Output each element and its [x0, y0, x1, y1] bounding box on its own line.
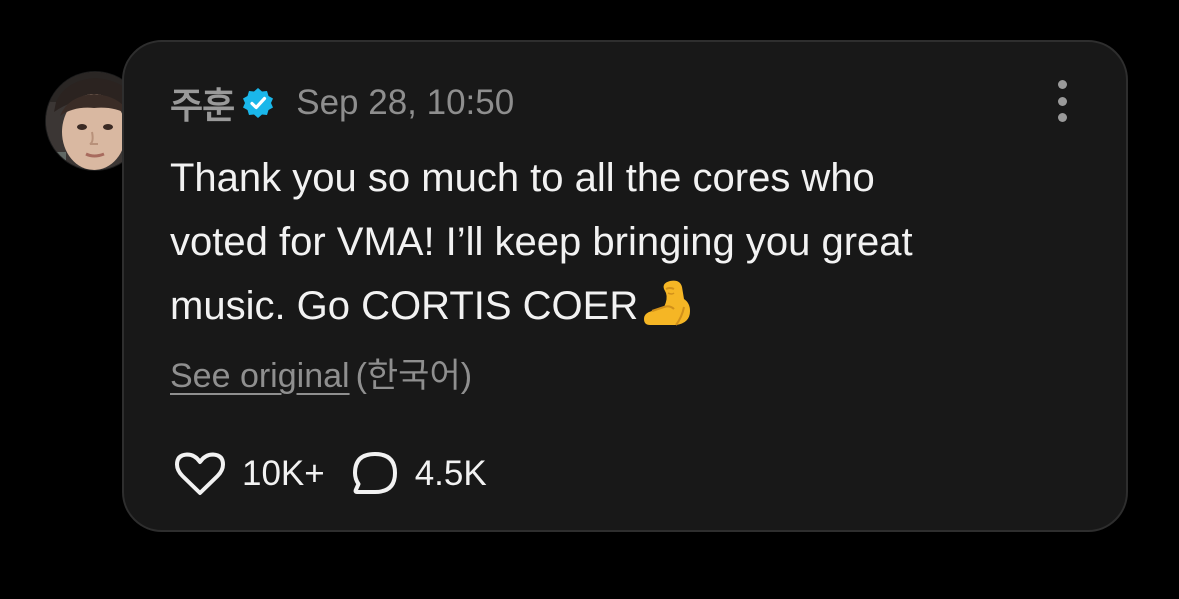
- more-options-button[interactable]: [1050, 80, 1074, 122]
- more-vertical-icon: [1057, 80, 1067, 89]
- timestamp: Sep 28, 10:50: [296, 83, 515, 122]
- speech-bubble-icon: [352, 452, 397, 494]
- reply-button[interactable]: 4.5K: [351, 451, 487, 497]
- likes-count: 10K+: [242, 454, 325, 493]
- like-button[interactable]: 10K+: [174, 451, 325, 497]
- verified-badge-icon: [242, 87, 274, 119]
- post-screenshot: 주훈 Sep 28, 10:50 Thank you so much to al…: [0, 0, 1179, 599]
- post-text-line: voted for VMA! I’ll keep bringing you gr…: [170, 220, 913, 264]
- original-language-label: (한국어): [355, 357, 473, 395]
- post-actions: 10K+ 4.5K: [174, 450, 487, 498]
- more-vertical-icon-dot: [1057, 96, 1067, 106]
- username[interactable]: 주훈: [170, 77, 235, 129]
- post-card: 주훈 Sep 28, 10:50 Thank you so much to al…: [122, 40, 1128, 532]
- translation-row: See original (한국어): [170, 348, 472, 397]
- see-original-link[interactable]: See original: [170, 357, 350, 395]
- post-text-line: Thank you so much to all the cores who: [170, 156, 875, 200]
- flexed-biceps-emoji: [640, 277, 694, 329]
- post-text-line: music. Go CORTIS COER: [170, 284, 639, 328]
- post-header: 주훈 Sep 28, 10:50: [170, 80, 514, 126]
- post-text: Thank you so much to all the cores who v…: [170, 146, 1070, 338]
- more-vertical-icon-dot: [1057, 113, 1067, 122]
- post-text-line-last: music. Go CORTIS COER: [170, 274, 1070, 338]
- heart-icon: [175, 452, 225, 495]
- replies-count: 4.5K: [414, 454, 487, 493]
